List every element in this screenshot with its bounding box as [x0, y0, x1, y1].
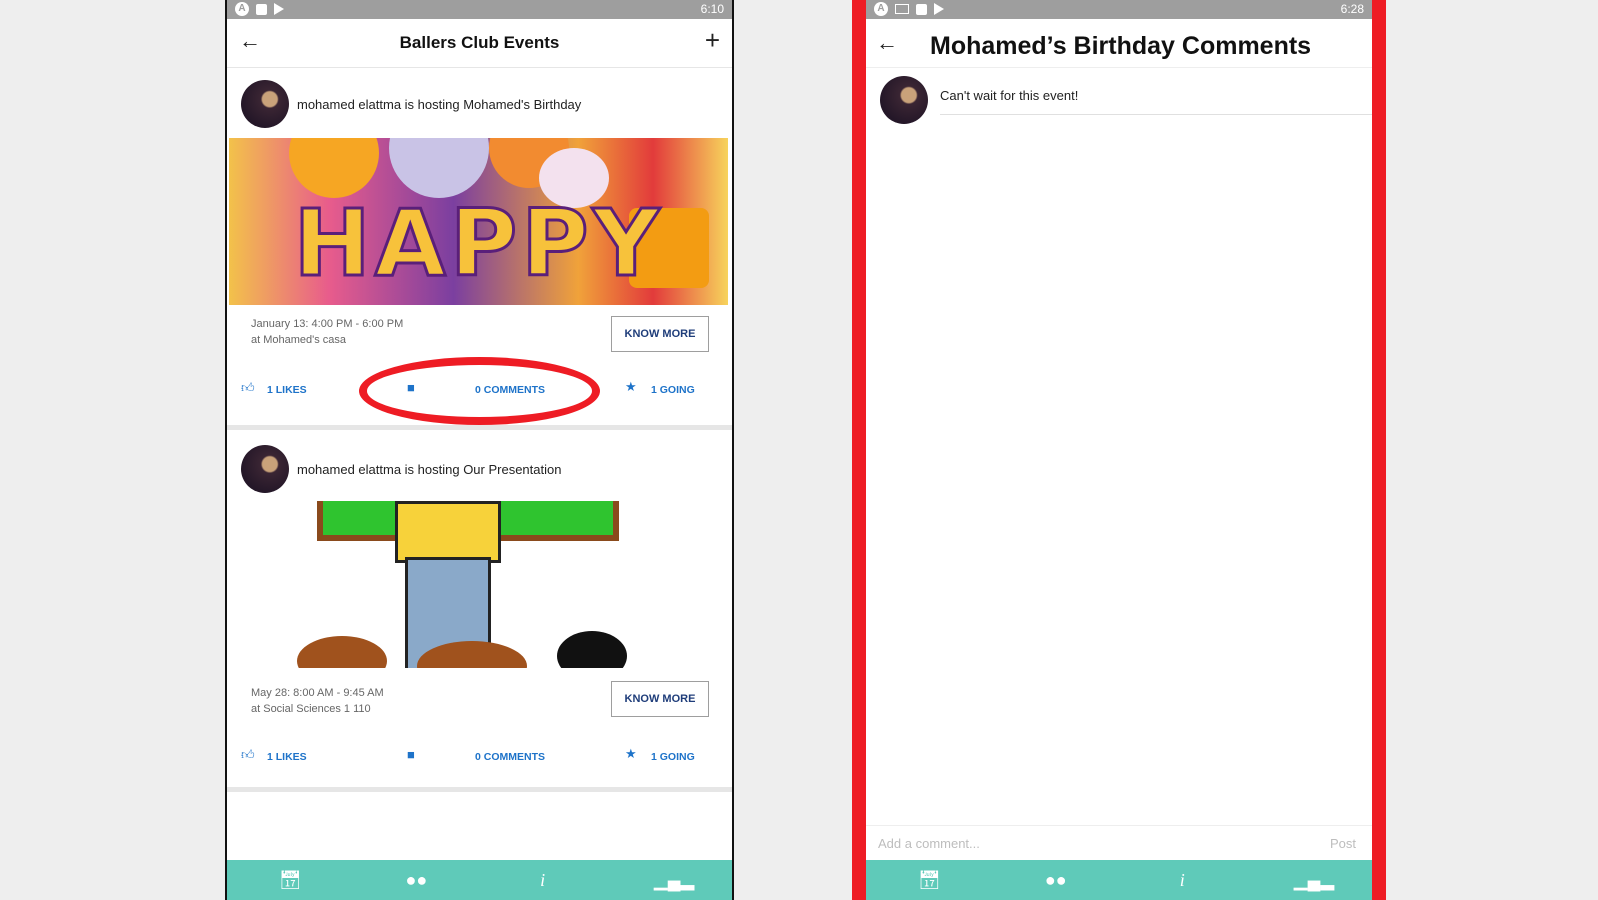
- comment-divider: [940, 114, 1372, 115]
- sd-card-icon: [916, 3, 927, 15]
- star-icon[interactable]: ★: [625, 379, 637, 395]
- avatar: [880, 76, 928, 124]
- happy-banner-text: HAPPY: [292, 189, 664, 299]
- comments-button[interactable]: 0 COMMENTS: [475, 751, 545, 763]
- thumbs-up-icon[interactable]: 👍︎: [241, 380, 255, 396]
- info-icon[interactable]: i: [1167, 870, 1197, 891]
- comment-text: Can't wait for this event!: [940, 88, 1079, 103]
- event-host-text: mohamed elattma is hosting Our Presentat…: [297, 462, 562, 477]
- comment-input-bar: Add a comment... Post: [866, 825, 1372, 860]
- know-more-button[interactable]: KNOW MORE: [611, 681, 709, 717]
- app-bar: ← Ballers Club Events +: [227, 19, 732, 68]
- event-location: at Mohamed's casa: [251, 334, 347, 346]
- post-button[interactable]: Post: [1330, 836, 1356, 851]
- bar-chart-icon[interactable]: ▁▄▂: [1294, 870, 1334, 891]
- android-icon: A: [235, 2, 249, 16]
- chat-icon[interactable]: ●●: [401, 870, 431, 891]
- bottom-nav: 📅︎ ●● i ▁▄▂: [866, 860, 1372, 900]
- comments-screen: A 6:28 ← Mohamed’s Birthday Comments Can…: [852, 0, 1386, 900]
- event-image[interactable]: HAPPY: [229, 138, 728, 305]
- page-title: Ballers Club Events: [399, 33, 560, 52]
- event-card: mohamed elattma is hosting Our Presentat…: [227, 431, 732, 791]
- likes-button[interactable]: 1 LIKES: [267, 751, 307, 763]
- chat-bubble-icon[interactable]: ■: [407, 747, 415, 762]
- status-time: 6:28: [1340, 2, 1364, 16]
- event-date: May 28: 8:00 AM - 9:45 AM: [251, 687, 384, 699]
- keyboard-icon: [895, 4, 909, 14]
- plus-icon[interactable]: +: [705, 27, 720, 53]
- star-icon[interactable]: ★: [625, 746, 637, 762]
- card-divider: [227, 425, 732, 430]
- play-store-icon: [274, 3, 284, 15]
- avatar: [241, 445, 289, 493]
- likes-button[interactable]: 1 LIKES: [267, 384, 307, 396]
- status-bar: A 6:10: [227, 0, 732, 19]
- know-more-button[interactable]: KNOW MORE: [611, 316, 709, 352]
- event-date: January 13: 4:00 PM - 6:00 PM: [251, 318, 404, 330]
- bottom-nav: 📅︎ ●● i ▁▄▂: [227, 860, 732, 900]
- status-bar: A 6:28: [866, 0, 1372, 19]
- avatar: [241, 80, 289, 128]
- going-button[interactable]: 1 GOING: [651, 384, 695, 396]
- card-divider: [227, 787, 732, 792]
- event-image[interactable]: [297, 501, 627, 668]
- arrow-left-icon[interactable]: ←: [876, 30, 898, 56]
- calendar-icon[interactable]: 📅︎: [914, 870, 944, 891]
- android-icon: A: [874, 2, 888, 16]
- event-host-text: mohamed elattma is hosting Mohamed's Bir…: [297, 97, 582, 112]
- chat-icon[interactable]: ●●: [1041, 870, 1071, 891]
- event-date-block: January 13: 4:00 PM - 6:00 PM at Mohamed…: [251, 316, 403, 348]
- calendar-icon[interactable]: 📅︎: [275, 870, 305, 891]
- info-icon[interactable]: i: [528, 870, 558, 891]
- page-title: Mohamed’s Birthday Comments: [930, 32, 1312, 60]
- going-button[interactable]: 1 GOING: [651, 751, 695, 763]
- status-time: 6:10: [700, 2, 724, 16]
- comment-input[interactable]: Add a comment...: [878, 836, 980, 851]
- event-date-block: May 28: 8:00 AM - 9:45 AM at Social Scie…: [251, 685, 384, 717]
- bar-chart-icon[interactable]: ▁▄▂: [654, 870, 694, 891]
- sd-card-icon: [256, 3, 267, 15]
- comments-highlight-annotation: [359, 357, 600, 425]
- thumbs-up-icon[interactable]: 👍︎: [241, 747, 255, 763]
- play-store-icon: [934, 3, 944, 15]
- event-location: at Social Sciences 1 110: [251, 703, 371, 715]
- comment-item: Can't wait for this event!: [866, 68, 1372, 126]
- events-screen: A 6:10 ← Ballers Club Events + mohamed e…: [225, 0, 734, 900]
